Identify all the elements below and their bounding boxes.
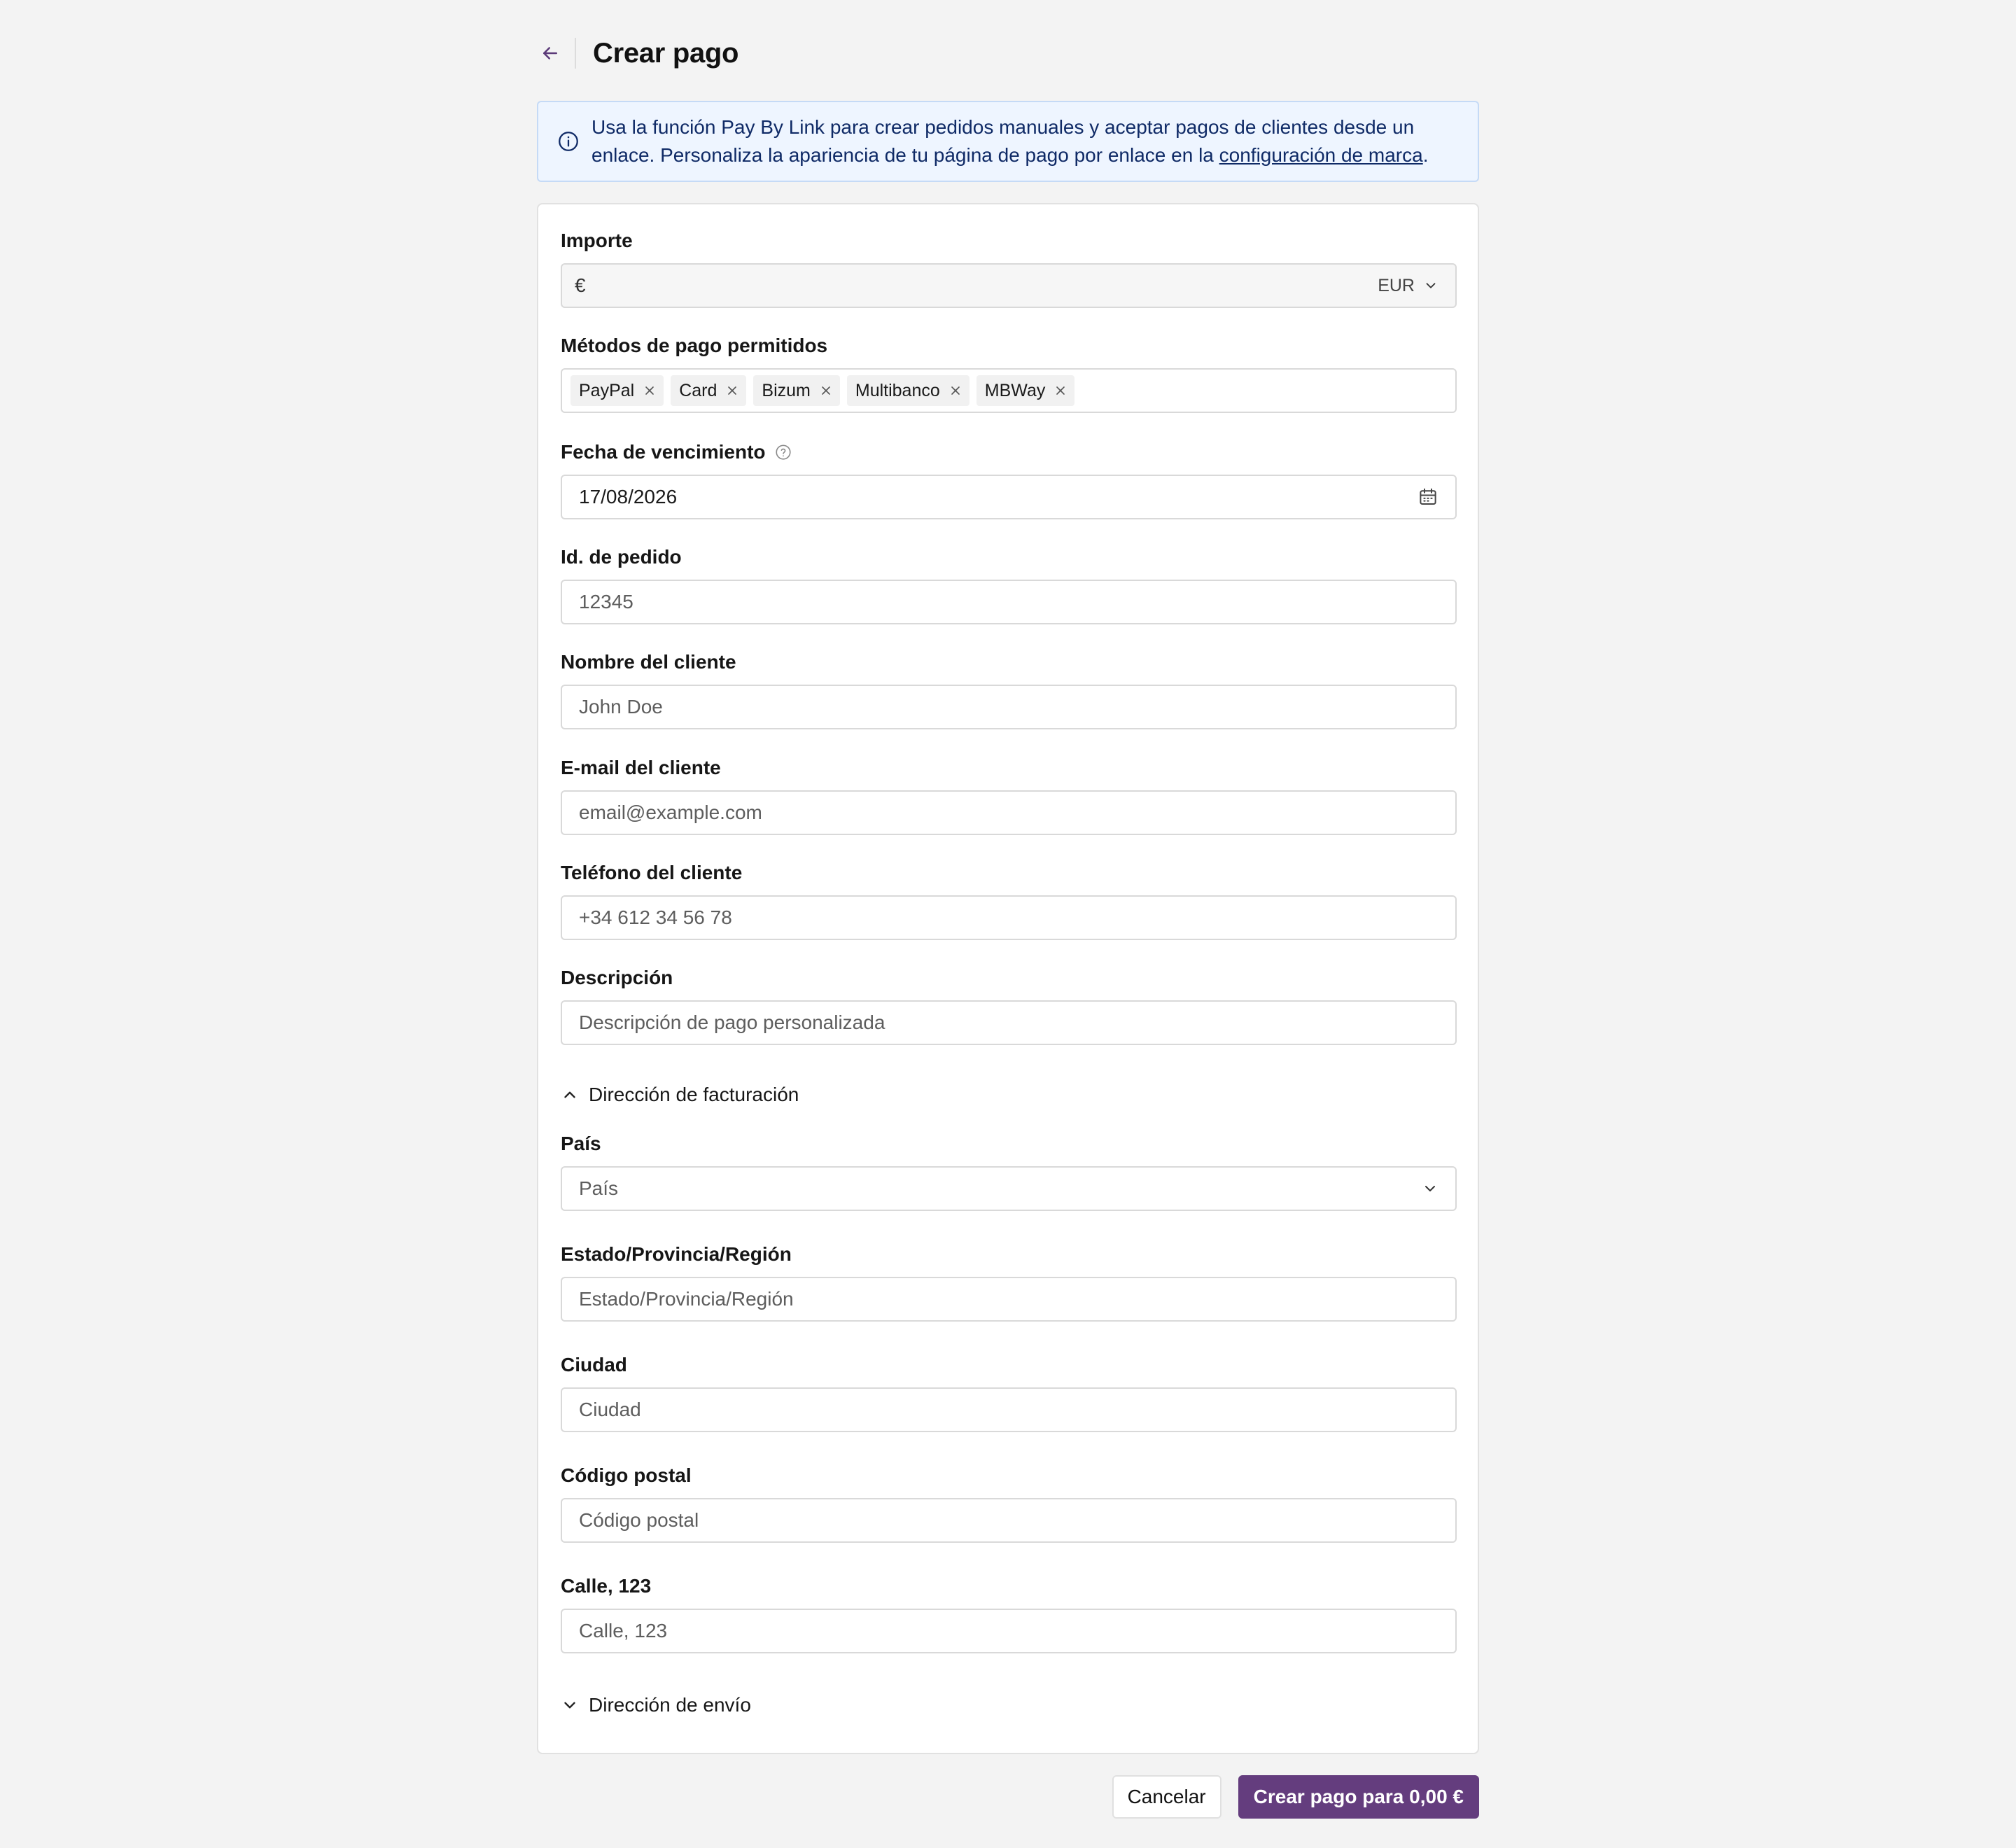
order-id-input[interactable]: 12345 — [561, 580, 1457, 624]
postal-code-input[interactable]: Código postal — [561, 1498, 1457, 1543]
page-title: Crear pago — [593, 37, 739, 69]
due-date-value: 17/08/2026 — [579, 486, 678, 507]
shipping-address-label: Dirección de envío — [589, 1694, 751, 1716]
order-id-label: Id. de pedido — [561, 546, 682, 568]
customer-name-label: Nombre del cliente — [561, 651, 736, 673]
payment-methods-field: Métodos de pago permitidos PayPal Card B… — [561, 333, 1457, 413]
chip-label: Multibanco — [855, 380, 940, 400]
remove-chip-icon[interactable] — [727, 385, 738, 396]
street-field: Calle, 123 Calle, 123 — [561, 1574, 1457, 1653]
chip-label: MBWay — [984, 380, 1046, 400]
chip-paypal: PayPal — [570, 375, 664, 406]
due-date-label: Fecha de vencimiento — [561, 440, 1457, 465]
create-payment-button[interactable]: Crear pago para 0,00 € — [1238, 1775, 1479, 1819]
chevron-up-icon — [564, 1091, 575, 1098]
page-header: Crear pago — [537, 31, 1479, 76]
banner-text: Usa la función Pay By Link para crear pe… — [592, 113, 1443, 169]
description-field: Descripción Descripción de pago personal… — [561, 965, 1457, 1045]
billing-address-label: Dirección de facturación — [589, 1084, 799, 1105]
brand-settings-link[interactable]: configuración de marca — [1219, 144, 1423, 166]
form-actions: Cancelar Crear pago para 0,00 € — [1112, 1775, 1479, 1819]
country-field: País País — [561, 1131, 1457, 1211]
payment-methods-input[interactable]: PayPal Card Bizum Multibanco MBWay — [561, 368, 1457, 413]
help-icon[interactable] — [774, 443, 792, 461]
chip-card: Card — [671, 375, 747, 406]
amount-input[interactable]: € EUR — [561, 263, 1457, 308]
city-label: Ciudad — [561, 1354, 627, 1376]
city-input[interactable]: Ciudad — [561, 1387, 1457, 1432]
description-input[interactable]: Descripción de pago personalizada — [561, 1000, 1457, 1045]
state-field: Estado/Provincia/Región Estado/Provincia… — [561, 1242, 1457, 1322]
country-label: País — [561, 1133, 601, 1154]
chip-label: Bizum — [762, 380, 811, 400]
chip-label: PayPal — [579, 380, 635, 400]
street-label: Calle, 123 — [561, 1575, 652, 1597]
chip-bizum: Bizum — [753, 375, 840, 406]
remove-chip-icon[interactable] — [950, 385, 961, 396]
header-divider — [575, 38, 576, 69]
state-input[interactable]: Estado/Provincia/Región — [561, 1277, 1457, 1322]
chip-multibanco: Multibanco — [846, 375, 969, 406]
billing-address-toggle[interactable]: Dirección de facturación — [561, 1081, 799, 1109]
country-placeholder: País — [579, 1177, 619, 1199]
currency-select[interactable]: EUR — [1378, 276, 1438, 296]
remove-chip-icon[interactable] — [1055, 385, 1066, 396]
currency-code: EUR — [1378, 275, 1415, 295]
back-button[interactable] — [537, 40, 564, 66]
info-banner: Usa la función Pay By Link para crear pe… — [537, 101, 1479, 182]
chevron-down-icon — [1425, 1186, 1435, 1191]
country-select[interactable]: País — [561, 1166, 1457, 1211]
customer-name-field: Nombre del cliente John Doe — [561, 650, 1457, 729]
chevron-down-icon — [1426, 283, 1436, 288]
info-icon — [559, 132, 578, 151]
city-field: Ciudad Ciudad — [561, 1352, 1457, 1432]
street-input[interactable]: Calle, 123 — [561, 1609, 1457, 1653]
chevron-down-icon — [564, 1702, 575, 1709]
customer-email-input[interactable]: email@example.com — [561, 790, 1457, 835]
due-date-field: Fecha de vencimiento 17/08/2026 — [561, 440, 1457, 519]
postal-code-field: Código postal Código postal — [561, 1463, 1457, 1543]
customer-email-label: E-mail del cliente — [561, 757, 721, 778]
shipping-address-toggle[interactable]: Dirección de envío — [561, 1691, 751, 1719]
currency-symbol: € — [575, 274, 586, 296]
order-id-field: Id. de pedido 12345 — [561, 545, 1457, 624]
due-date-input[interactable]: 17/08/2026 — [561, 475, 1457, 519]
amount-field: Importe € EUR — [561, 228, 1457, 308]
chip-mbway: MBWay — [976, 375, 1075, 406]
cancel-button[interactable]: Cancelar — [1112, 1775, 1222, 1819]
calendar-icon[interactable] — [1418, 486, 1438, 507]
customer-phone-field: Teléfono del cliente +34 612 34 56 78 — [561, 860, 1457, 940]
description-label: Descripción — [561, 967, 673, 988]
banner-suffix: . — [1422, 144, 1429, 166]
customer-phone-input[interactable]: +34 612 34 56 78 — [561, 895, 1457, 940]
payment-methods-label: Métodos de pago permitidos — [561, 335, 828, 356]
customer-name-input[interactable]: John Doe — [561, 685, 1457, 729]
remove-chip-icon[interactable] — [644, 385, 655, 396]
postal-code-label: Código postal — [561, 1464, 692, 1486]
payment-form: Importe € EUR Métodos de pago permitidos… — [537, 203, 1479, 1754]
arrow-left-icon — [543, 47, 557, 59]
customer-phone-label: Teléfono del cliente — [561, 862, 743, 883]
amount-label: Importe — [561, 230, 633, 251]
chip-label: Card — [679, 380, 718, 400]
state-label: Estado/Provincia/Región — [561, 1243, 792, 1265]
remove-chip-icon[interactable] — [820, 385, 832, 396]
customer-email-field: E-mail del cliente email@example.com — [561, 755, 1457, 835]
due-date-label-text: Fecha de vencimiento — [561, 441, 766, 463]
